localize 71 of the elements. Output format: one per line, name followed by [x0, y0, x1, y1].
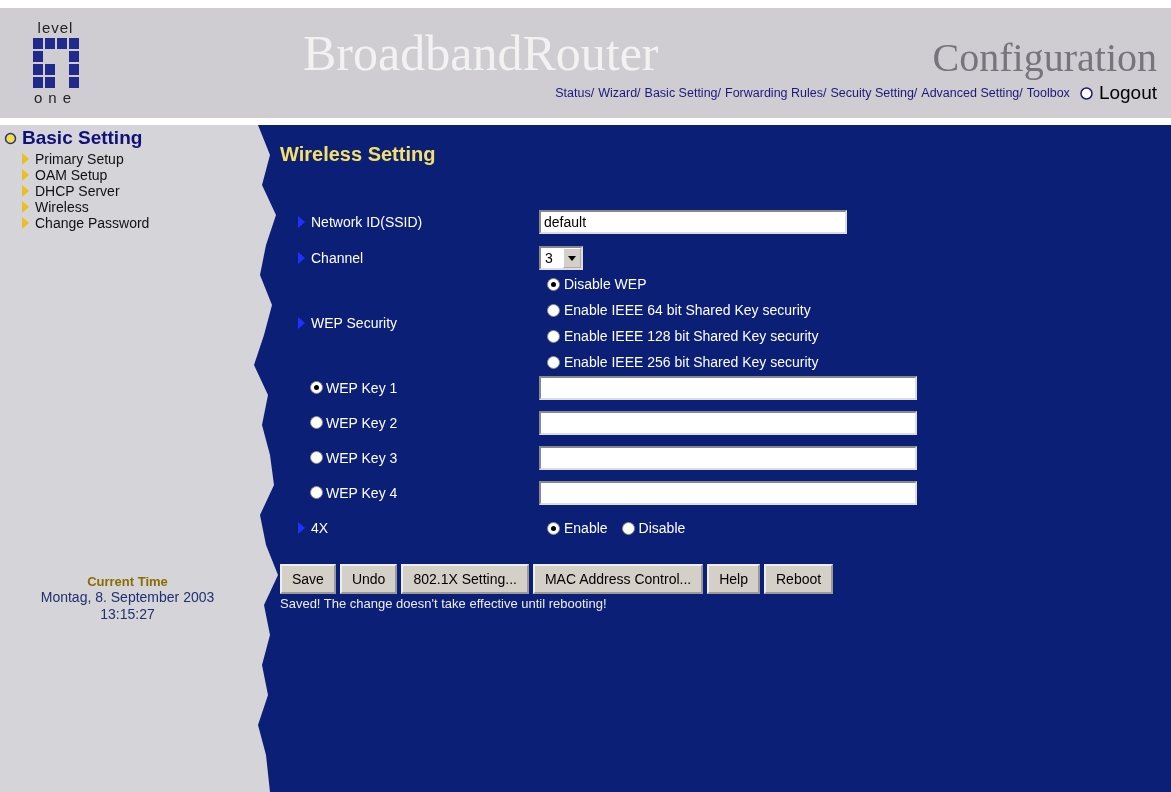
- action-button[interactable]: MAC Address Control...: [532, 564, 704, 594]
- logout-link[interactable]: Logout: [1079, 82, 1157, 104]
- sidebar-item[interactable]: Wireless: [22, 199, 240, 215]
- sidebar-item[interactable]: DHCP Server: [22, 183, 240, 199]
- logo-icon: [31, 37, 80, 89]
- option-label: Disable: [638, 520, 686, 536]
- radio-button[interactable]: [547, 303, 560, 317]
- key-input[interactable]: [539, 445, 917, 470]
- field-label: WEP Key 3: [326, 449, 398, 466]
- key-input[interactable]: [539, 410, 917, 435]
- field-label: WEP Key 1: [326, 379, 398, 396]
- option-label: Enable IEEE 64 bit Shared Key security: [564, 302, 811, 318]
- arrow-icon: [22, 201, 29, 213]
- arrow-icon: [298, 252, 305, 264]
- key-input[interactable]: [539, 480, 917, 505]
- field-label: Network ID(SSID): [311, 214, 423, 230]
- nav-link[interactable]: Toolbox: [1026, 86, 1070, 100]
- action-button[interactable]: 802.1X Setting...: [401, 564, 529, 594]
- arrow-icon: [298, 522, 305, 534]
- nav-link[interactable]: Forwarding Rules/: [725, 86, 827, 100]
- option-label: Enable IEEE 128 bit Shared Key security: [564, 328, 819, 344]
- page-subtitle: Configuration: [932, 38, 1157, 78]
- time-text: 13:15:27: [100, 606, 155, 623]
- nav-link[interactable]: Wizard/: [598, 86, 641, 100]
- arrow-icon: [298, 216, 305, 228]
- option-label: Disable WEP: [564, 276, 647, 292]
- radio-button[interactable]: [547, 521, 560, 535]
- field-label: Channel: [311, 250, 364, 266]
- nav-link[interactable]: Secuity Setting/: [830, 86, 918, 100]
- nav-link[interactable]: Basic Setting/: [644, 86, 721, 100]
- arrow-icon: [22, 153, 29, 165]
- sidebar-item[interactable]: Primary Setup: [22, 151, 240, 167]
- date-text: Montag, 8. September 2003: [40, 589, 215, 606]
- radio-button[interactable]: [310, 416, 323, 429]
- arrow-icon: [298, 317, 305, 329]
- nav-link[interactable]: Advanced Setting/: [921, 86, 1023, 100]
- logo-text: one: [34, 91, 77, 105]
- field-label: 4X: [311, 520, 329, 536]
- circle-icon: [4, 131, 17, 145]
- radio-button[interactable]: [621, 521, 635, 535]
- action-button[interactable]: Help: [707, 564, 760, 594]
- logo-text: level: [37, 21, 74, 35]
- sidebar-item[interactable]: Change Password: [22, 215, 240, 231]
- arrow-icon: [22, 169, 29, 181]
- option-label: Enable: [564, 520, 608, 536]
- arrow-icon: [22, 185, 29, 197]
- time-label: Current Time: [87, 574, 168, 589]
- sidebar-heading: Basic Setting: [0, 125, 240, 149]
- radio-button[interactable]: [547, 329, 560, 343]
- field-label: WEP Key 2: [326, 414, 398, 431]
- action-button[interactable]: Save: [280, 564, 336, 594]
- sidebar-item[interactable]: OAM Setup: [22, 167, 240, 183]
- action-button[interactable]: Reboot: [764, 564, 834, 594]
- arrow-icon: [22, 217, 29, 229]
- key-input[interactable]: [539, 375, 917, 400]
- circle-icon: [1079, 86, 1093, 100]
- channel-select[interactable]: 3: [539, 246, 583, 270]
- radio-button[interactable]: [310, 486, 323, 499]
- action-button[interactable]: Undo: [339, 564, 398, 594]
- status-message: Saved! The change doesn't take effective until rebooting!: [280, 596, 608, 611]
- option-label: Enable IEEE 256 bit Shared Key security: [564, 354, 819, 370]
- caret-icon: [567, 255, 576, 261]
- radio-button[interactable]: [547, 277, 560, 291]
- radio-button[interactable]: [547, 355, 560, 369]
- radio-button[interactable]: [310, 451, 323, 464]
- field-label: WEP Key 4: [326, 484, 398, 501]
- field-label: WEP Security: [311, 315, 398, 331]
- nav-link[interactable]: Status/: [555, 86, 595, 100]
- radio-button[interactable]: [310, 381, 323, 394]
- section-title: Wireless Setting: [280, 143, 437, 166]
- ssid-input[interactable]: default: [539, 210, 847, 234]
